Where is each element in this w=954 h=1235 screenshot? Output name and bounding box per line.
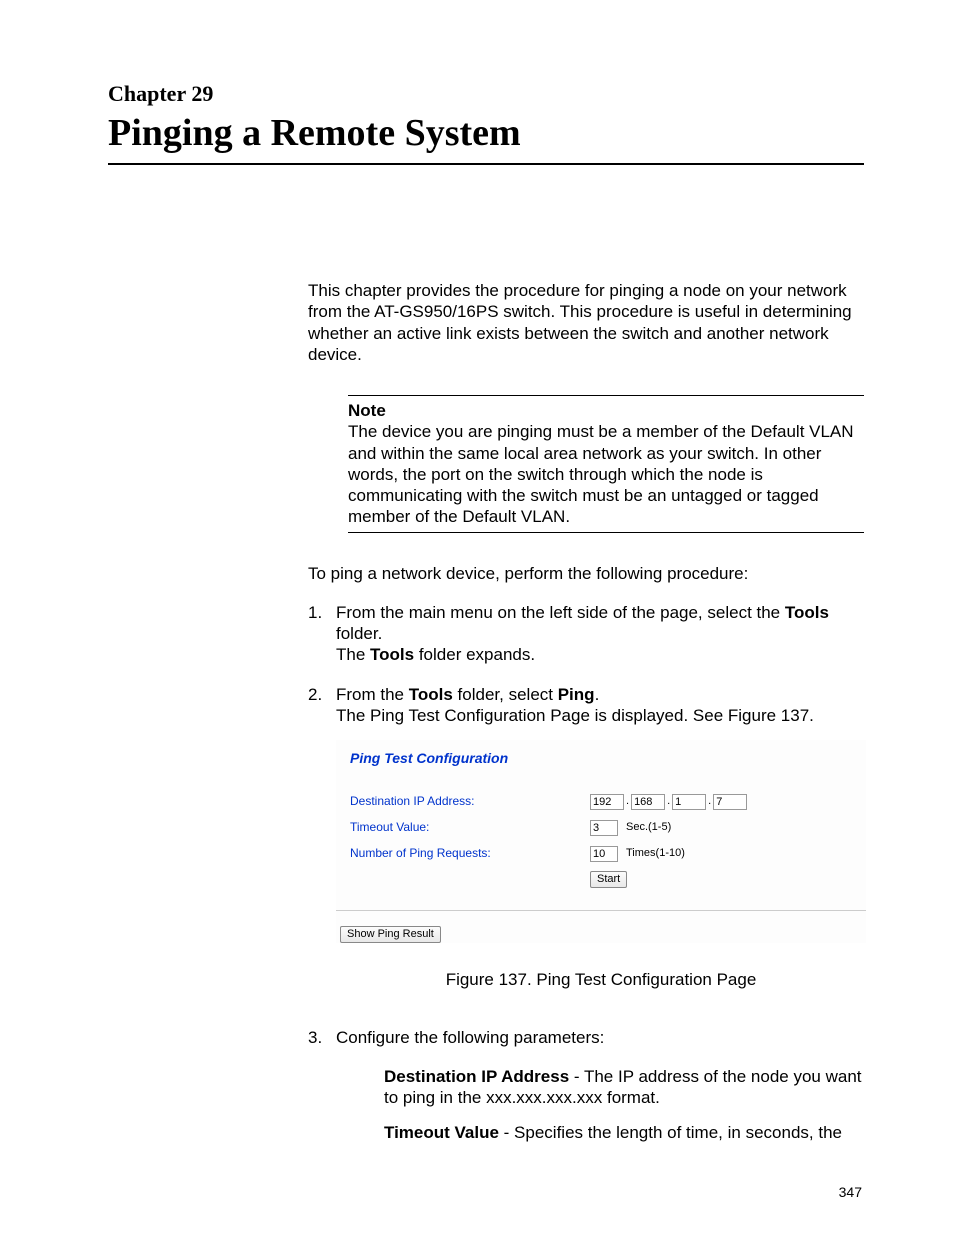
intro-paragraph: This chapter provides the procedure for … [308,280,864,365]
row-timeout: Timeout Value: 3 Sec.(1-5) [350,818,852,838]
step-number: 1. [308,602,336,666]
ip-octet-3-input[interactable]: 1 [672,794,706,810]
figure-ping-config: Ping Test Configuration Destination IP A… [336,740,866,943]
start-button[interactable]: Start [590,871,627,889]
page-number: 347 [839,1184,862,1202]
row-start: Start [350,870,852,890]
ip-octet-2-input[interactable]: 168 [631,794,665,810]
note-box: Note The device you are pinging must be … [348,395,864,533]
note-text: The device you are pinging must be a mem… [348,421,864,527]
text: Configure the following parameters: [336,1028,604,1047]
step-body: Configure the following parameters: Dest… [336,1027,864,1158]
timeout-hint: Sec.(1-5) [626,821,671,835]
figure-title: Ping Test Configuration [350,750,852,768]
bold: Tools [785,603,829,622]
page: Chapter 29 Pinging a Remote System This … [0,0,954,1235]
steps-list: 1. From the main menu on the left side o… [308,602,864,1158]
figure-panel: Ping Test Configuration Destination IP A… [336,740,866,911]
ping-count-input[interactable]: 10 [590,846,618,862]
param-text: - Specifies the length of time, in secon… [499,1123,842,1142]
param-destination-ip: Destination IP Address - The IP address … [384,1066,864,1109]
label-destination-ip: Destination IP Address: [350,794,590,809]
step-1: 1. From the main menu on the left side o… [308,602,864,666]
body-column: This chapter provides the procedure for … [308,280,864,1158]
show-ping-result-button[interactable]: Show Ping Result [340,926,441,944]
step-3: 3. Configure the following parameters: D… [308,1027,864,1158]
title-rule [108,163,864,165]
ip-octet-4-input[interactable]: 7 [713,794,747,810]
text: From the main menu on the left side of t… [336,603,785,622]
param-timeout: Timeout Value - Specifies the length of … [384,1122,864,1143]
procedure-lead-in: To ping a network device, perform the fo… [308,563,864,584]
dot: . [667,795,670,809]
step-number: 3. [308,1027,336,1158]
bold: Ping [558,685,595,704]
param-label: Destination IP Address [384,1067,569,1086]
show-result-row: Show Ping Result [336,911,866,944]
dot: . [626,795,629,809]
row-ping-count: Number of Ping Requests: 10 Times(1-10) [350,844,852,864]
text: folder, select [453,685,558,704]
label-ping-count: Number of Ping Requests: [350,846,590,861]
step-body: From the Tools folder, select Ping. The … [336,684,866,1009]
text: folder. [336,624,382,643]
dot: . [708,795,711,809]
chapter-title: Pinging a Remote System [108,110,864,158]
ping-count-hint: Times(1-10) [626,847,685,861]
text: From the [336,685,409,704]
bold: Tools [370,645,414,664]
figure-caption: Figure 137. Ping Test Configuration Page [336,969,866,990]
row-destination-ip: Destination IP Address: 192. 168. 1. 7 [350,792,852,812]
label-timeout: Timeout Value: [350,820,590,835]
text: The [336,645,370,664]
note-label: Note [348,400,864,421]
bold: Tools [409,685,453,704]
text: . [595,685,600,704]
text: The Ping Test Configuration Page is disp… [336,706,814,725]
step-body: From the main menu on the left side of t… [336,602,864,666]
ip-octet-1-input[interactable]: 192 [590,794,624,810]
param-label: Timeout Value [384,1123,499,1142]
step-number: 2. [308,684,336,1009]
text: folder expands. [414,645,535,664]
timeout-input[interactable]: 3 [590,820,618,836]
step-2: 2. From the Tools folder, select Ping. T… [308,684,864,1009]
chapter-label: Chapter 29 [108,80,864,108]
